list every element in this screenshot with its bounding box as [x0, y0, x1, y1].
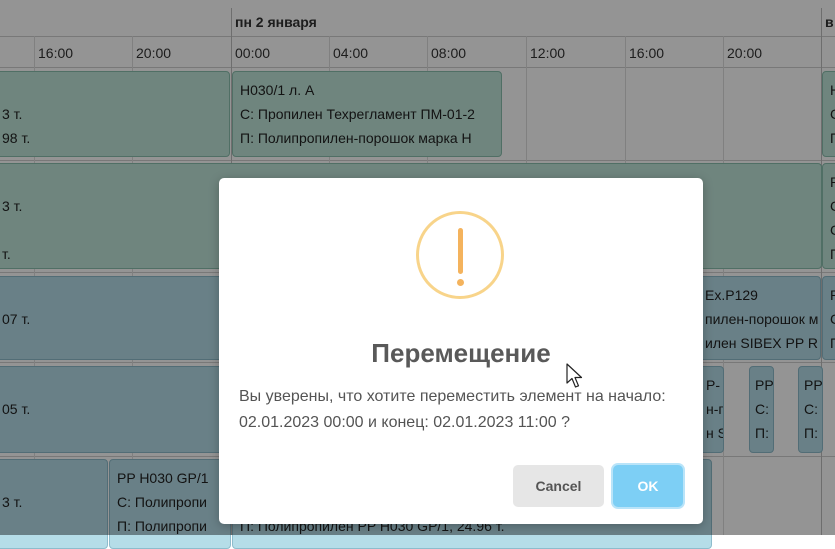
cancel-button[interactable]: Cancel — [513, 465, 604, 507]
mouse-cursor-icon — [566, 363, 583, 388]
warning-icon-bar — [458, 228, 463, 274]
move-confirm-dialog: Перемещение Вы уверены, что хотите перем… — [219, 178, 703, 524]
ok-button[interactable]: OK — [613, 465, 683, 507]
dialog-title: Перемещение — [371, 338, 551, 368]
warning-icon — [416, 211, 504, 299]
warning-icon-dot — [457, 279, 464, 286]
dialog-message: Вы уверены, что хотите переместить элеме… — [239, 388, 666, 431]
